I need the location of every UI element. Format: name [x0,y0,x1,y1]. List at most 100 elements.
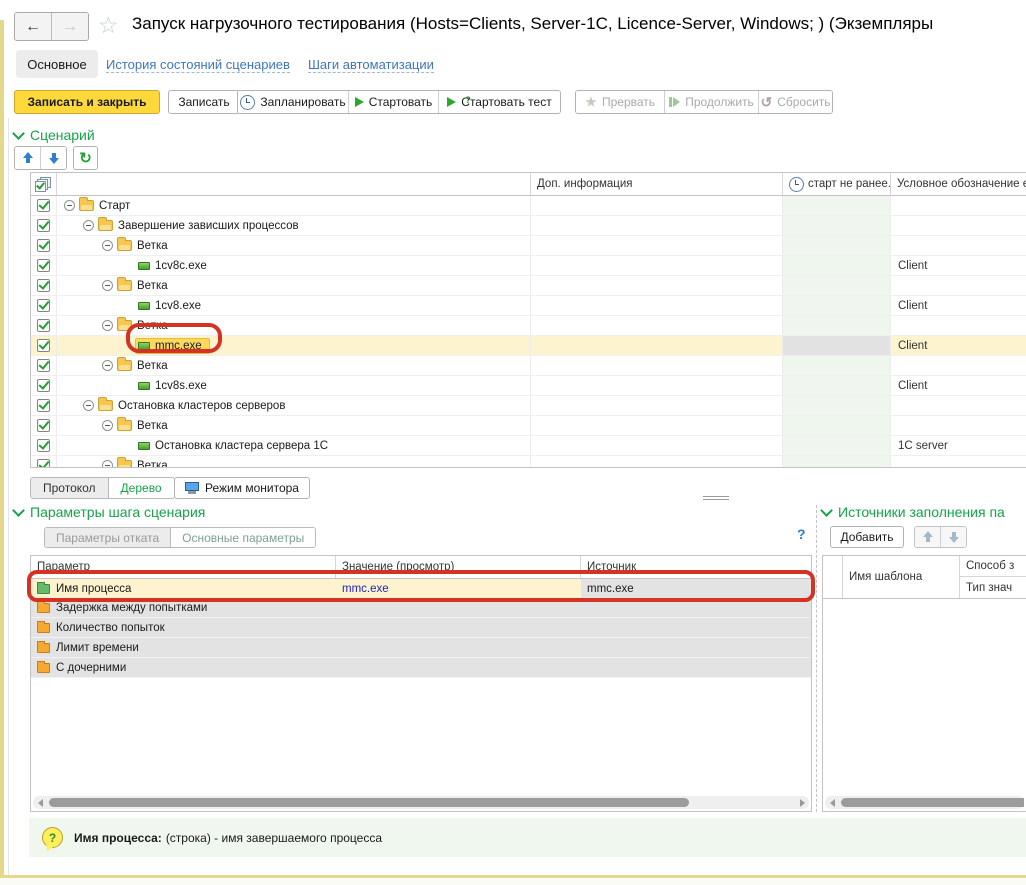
tab-scenario-history[interactable]: История состояний сценариев [106,57,290,73]
table-row[interactable]: 1cv8c.exe Client [31,256,1026,276]
refresh-button[interactable] [73,146,98,170]
checkbox[interactable] [37,259,50,272]
table-row[interactable]: Остановка кластера сервера 1С 1C server [31,436,1026,456]
start-button[interactable]: Стартовать [349,91,439,113]
scrollbar-thumb[interactable] [49,798,689,807]
column-header-template-name[interactable]: Имя шаблона [843,556,960,598]
select-all-header[interactable] [31,173,57,195]
column-header-param[interactable]: Параметр [31,556,336,578]
scroll-left-arrow[interactable] [33,796,47,809]
tab-main-params[interactable]: Основные параметры [171,528,315,547]
scrollbar-thumb[interactable] [841,798,1024,807]
help-icon[interactable] [797,526,806,542]
table-row[interactable]: Ветка [31,316,1026,336]
sources-section-header[interactable]: Источники заполнения па [822,504,1005,520]
param-row[interactable]: Лимит времени [31,638,811,658]
checkbox[interactable] [37,319,50,332]
collapse-icon[interactable] [102,320,113,331]
param-row[interactable]: Задержка между попытками [31,598,811,618]
folder-icon [117,240,132,251]
collapse-icon[interactable] [83,400,94,411]
scroll-left-arrow[interactable] [825,796,839,809]
save-button[interactable]: Записать [168,90,240,114]
checkbox[interactable] [37,299,50,312]
column-header-value-type[interactable]: Тип знач [960,577,1026,598]
sources-corner-cell [823,556,843,598]
param-row[interactable]: Количество попыток [31,618,811,638]
tab-protocol[interactable]: Протокол [31,478,109,498]
move-up-button[interactable] [15,147,41,169]
collapse-icon[interactable] [102,280,113,291]
table-row[interactable]: Остановка кластеров серверов [31,396,1026,416]
reset-button[interactable]: Сбросить [759,91,832,113]
step-params-section-header[interactable]: Параметры шага сценария [14,504,205,520]
add-button[interactable]: Добавить [830,526,904,548]
tab-automation-steps[interactable]: Шаги автоматизации [308,57,434,73]
schedule-button[interactable]: Запланировать [238,91,349,113]
table-row[interactable]: Ветка [31,356,1026,376]
column-header-value[interactable]: Значение (просмотр) [336,556,581,578]
panel-separator[interactable] [816,505,817,812]
start-test-button[interactable]: ? Стартовать тест [439,91,560,113]
checkbox[interactable] [37,459,50,468]
horizontal-scrollbar[interactable] [825,796,1024,809]
param-row-selected[interactable]: Имя процесса mmc.exe mmc.exe [31,579,811,598]
move-down-button-disabled[interactable] [941,527,966,547]
horizontal-scrollbar[interactable] [33,796,809,809]
column-header-unit[interactable]: Условное обозначение ед [891,173,1026,195]
checkbox[interactable] [37,439,50,452]
move-down-button[interactable] [41,147,66,169]
param-value[interactable]: mmc.exe [336,579,581,598]
checkbox[interactable] [37,419,50,432]
collapse-icon[interactable] [64,200,75,211]
param-source[interactable]: mmc.exe [581,579,811,598]
table-row[interactable]: Ветка [31,456,1026,468]
table-row[interactable]: Старт [31,196,1026,216]
splitter-grip[interactable] [703,496,729,501]
column-header-method[interactable]: Способ з [960,556,1026,577]
table-row-selected[interactable]: mmc.exe Client [31,336,1026,356]
collapse-icon[interactable] [102,360,113,371]
column-header-info[interactable]: Доп. информация [531,173,783,195]
checkbox[interactable] [37,379,50,392]
move-up-button-disabled[interactable] [915,527,941,547]
param-folder-icon [37,623,50,633]
column-header-source[interactable]: Источник [581,556,811,578]
forward-arrow-icon [62,18,78,36]
collapse-icon[interactable] [102,240,113,251]
table-row[interactable]: Ветка [31,236,1026,256]
tab-main[interactable]: Основное [16,50,98,78]
favorite-star-icon[interactable] [98,12,119,39]
table-row[interactable]: Ветка [31,276,1026,296]
param-folder-icon [37,603,50,613]
column-header-start[interactable]: старт не ранее... [783,173,891,195]
back-button[interactable] [15,13,52,40]
save-and-close-button[interactable]: Записать и закрыть [14,90,160,114]
interrupt-button[interactable]: Прервать [576,91,665,113]
param-row[interactable]: С дочерними [31,658,811,678]
resume-button[interactable]: Продолжить [665,91,759,113]
checkbox[interactable] [37,199,50,212]
tab-tree[interactable]: Дерево [109,478,174,498]
table-row[interactable]: 1cv8s.exe Client [31,376,1026,396]
table-row[interactable]: 1cv8.exe Client [31,296,1026,316]
scenario-section-header[interactable]: Сценарий [14,127,95,143]
table-row[interactable]: Ветка [31,416,1026,436]
monitor-mode-button[interactable]: Режим монитора [174,477,310,499]
checkbox[interactable] [37,239,50,252]
checkbox[interactable] [37,279,50,292]
checkbox[interactable] [37,339,50,352]
column-header-name[interactable] [57,173,531,195]
collapse-icon[interactable] [102,420,113,431]
forward-button[interactable] [52,13,88,40]
checkbox[interactable] [37,219,50,232]
checkbox[interactable] [37,359,50,372]
checkbox[interactable] [37,399,50,412]
selected-cell-highlight[interactable]: mmc.exe [135,338,210,354]
tab-rollback-params[interactable]: Параметры отката [45,528,171,547]
collapse-icon[interactable] [83,220,94,231]
window-frame-left [0,20,4,876]
collapse-icon[interactable] [102,460,113,468]
scroll-right-arrow[interactable] [795,796,809,809]
table-row[interactable]: Завершение зависших процессов [31,216,1026,236]
